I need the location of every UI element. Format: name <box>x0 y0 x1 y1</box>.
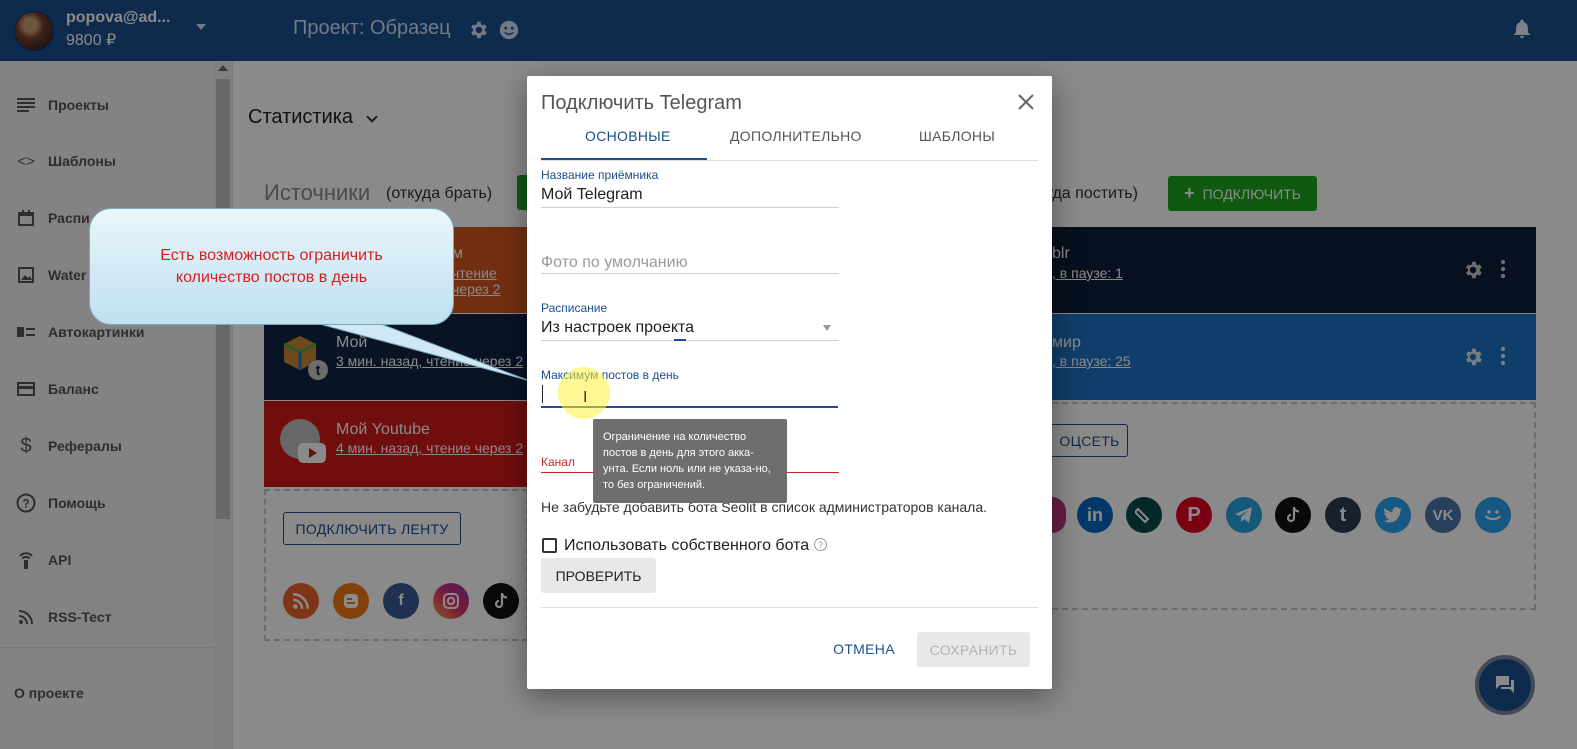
own-bot-label[interactable]: Использовать собственного бота <box>564 537 809 555</box>
tabs-divider <box>541 160 1038 161</box>
callout-text: Есть возможность ограничить количество п… <box>160 246 383 286</box>
schedule-select[interactable]: Из настроек проекта <box>541 319 694 337</box>
field-underline <box>541 207 839 208</box>
text-cursor <box>542 385 543 403</box>
own-bot-checkbox[interactable] <box>542 538 557 553</box>
field-focus-mark <box>674 339 686 341</box>
ibeam-cursor-icon: I <box>583 389 588 406</box>
channel-label: Канал <box>541 455 575 469</box>
dialog-title: Подключить Telegram <box>541 92 742 114</box>
annotation-callout: Есть возможность ограничить количество п… <box>89 208 454 325</box>
dialog-divider <box>541 607 1038 608</box>
field-underline <box>541 340 839 341</box>
cancel-button[interactable]: ОТМЕНА <box>827 638 901 660</box>
active-tab-indicator <box>541 158 707 160</box>
field-underline <box>541 273 839 274</box>
save-button[interactable]: СОХРАНИТЬ <box>917 632 1030 667</box>
connect-telegram-dialog: Подключить Telegram ОСНОВНЫЕ ДОПОЛНИТЕЛЬ… <box>527 76 1052 689</box>
dropdown-arrow-icon[interactable] <box>823 325 831 331</box>
tab-templates[interactable]: ШАБЛОНЫ <box>919 128 995 144</box>
check-button[interactable]: ПРОВЕРИТЬ <box>541 558 656 593</box>
max-posts-tooltip: Ограничение на количество постов в день … <box>593 419 787 503</box>
receiver-name-input[interactable]: Мой Telegram <box>541 186 643 204</box>
schedule-label: Расписание <box>541 301 608 315</box>
tab-additional[interactable]: ДОПОЛНИТЕЛЬНО <box>730 128 862 144</box>
default-photo-input[interactable]: Фото по умолчанию <box>541 254 688 272</box>
question-icon[interactable]: ? <box>814 538 827 551</box>
close-icon[interactable] <box>1016 92 1036 112</box>
receiver-name-label: Название приёмника <box>541 168 659 182</box>
tab-main[interactable]: ОСНОВНЫЕ <box>585 128 671 144</box>
